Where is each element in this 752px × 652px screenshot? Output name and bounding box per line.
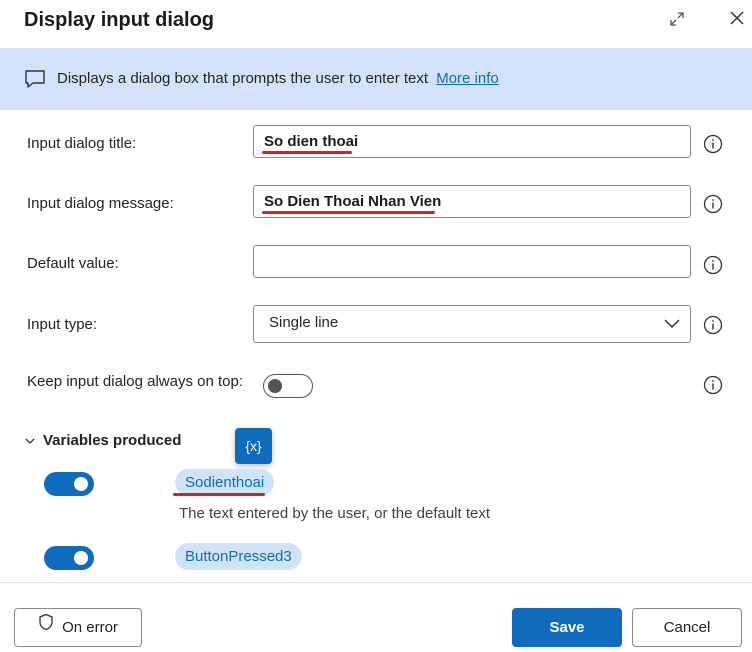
dialog-header: Display input dialog	[0, 0, 752, 46]
variables-header-label: Variables produced	[43, 432, 182, 449]
info-icon[interactable]	[703, 255, 723, 275]
variable-toggle[interactable]	[44, 546, 94, 570]
message-icon	[24, 69, 46, 89]
info-icon[interactable]	[703, 315, 723, 335]
more-info-link[interactable]: More info	[436, 70, 499, 87]
default-label: Default value:	[27, 255, 119, 272]
red-underline-annotation	[262, 211, 435, 214]
cancel-button[interactable]: Cancel	[632, 608, 742, 647]
title-label: Input dialog title:	[27, 135, 137, 152]
info-icon[interactable]	[703, 194, 723, 214]
variable-toggle[interactable]	[44, 472, 94, 496]
expand-icon[interactable]	[668, 10, 686, 28]
toggle-knob	[74, 477, 88, 491]
type-label: Input type:	[27, 316, 98, 333]
chevron-down-icon	[25, 432, 37, 449]
shield-icon	[38, 608, 54, 645]
close-icon[interactable]	[727, 8, 747, 28]
info-banner: Displays a dialog box that prompts the u…	[0, 48, 752, 110]
toggle-knob	[74, 551, 88, 565]
always-on-top-toggle[interactable]	[263, 374, 313, 398]
ontop-label: Keep input dialog always on top:	[27, 373, 243, 390]
chevron-down-icon	[664, 316, 680, 329]
dialog-title: Display input dialog	[24, 9, 215, 31]
title-input[interactable]: So dien thoai	[253, 125, 691, 158]
message-label: Input dialog message:	[27, 195, 174, 212]
save-button[interactable]: Save	[512, 608, 622, 647]
toggle-knob	[268, 379, 282, 393]
message-input[interactable]: So Dien Thoai Nhan Vien	[253, 185, 691, 218]
variables-section-header[interactable]: Variables produced	[25, 432, 181, 449]
default-input[interactable]	[253, 245, 691, 278]
info-icon[interactable]	[703, 375, 723, 395]
variable-picker-icon[interactable]: {x}	[235, 428, 272, 464]
red-underline-annotation	[173, 493, 265, 496]
info-icon[interactable]	[703, 134, 723, 154]
banner-description: Displays a dialog box that prompts the u…	[57, 70, 429, 87]
variable-description: The text entered by the user, or the def…	[179, 505, 491, 522]
message-input-value: So Dien Thoai Nhan Vien	[264, 193, 442, 210]
red-underline-annotation	[262, 151, 352, 154]
banner-text: Displays a dialog box that prompts the u…	[57, 70, 499, 87]
footer-divider	[0, 582, 752, 583]
input-type-value: Single line	[269, 314, 339, 331]
on-error-label: On error	[62, 619, 118, 636]
on-error-button[interactable]: On error	[14, 608, 142, 647]
input-type-select[interactable]: Single line	[253, 305, 691, 343]
variable-pill[interactable]: Sodienthoai	[175, 469, 275, 496]
variable-pill[interactable]: ButtonPressed3	[175, 543, 302, 570]
title-input-value: So dien thoai	[264, 133, 359, 150]
